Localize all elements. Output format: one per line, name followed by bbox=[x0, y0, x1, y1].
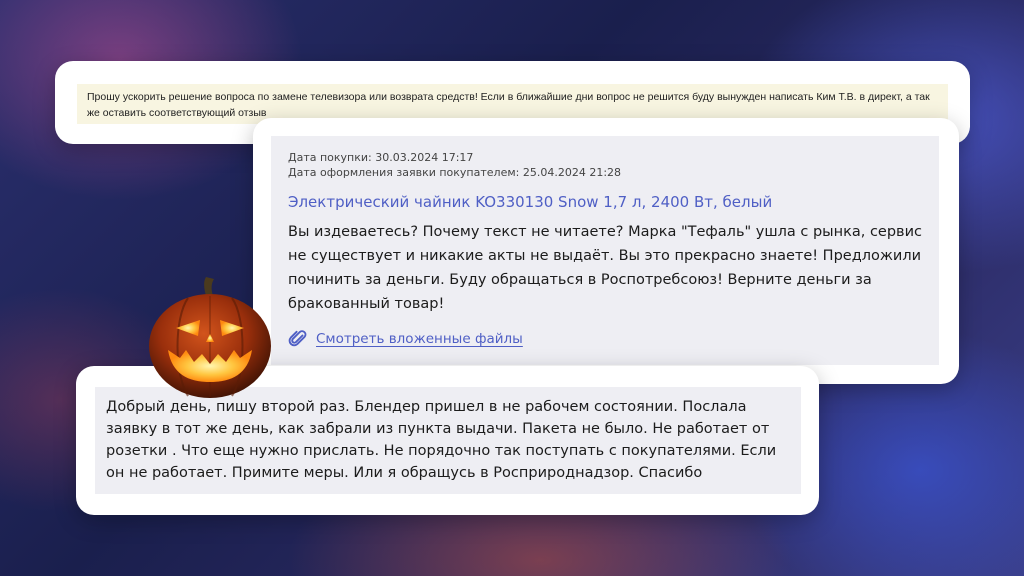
jack-o-lantern-icon bbox=[140, 274, 280, 400]
product-link[interactable]: Электрический чайник KO330130 Snow 1,7 л… bbox=[288, 193, 922, 211]
request-date: Дата оформления заявки покупателем: 25.0… bbox=[288, 166, 622, 179]
attachments-link[interactable]: Смотреть вложенные файлы bbox=[288, 329, 523, 349]
paperclip-icon bbox=[288, 330, 307, 347]
review-message: Вы издеваетесь? Почему текст не читаете?… bbox=[288, 224, 922, 312]
review-content-middle: Дата покупки: 30.03.2024 17:17 Дата офор… bbox=[271, 136, 939, 365]
attachments-link-label[interactable]: Смотреть вложенные файлы bbox=[316, 331, 523, 347]
review-text-bottom: Добрый день, пишу второй раз. Блендер пр… bbox=[95, 387, 801, 494]
purchase-date: Дата покупки: 30.03.2024 17:17 bbox=[288, 151, 474, 164]
review-card-middle: Дата покупки: 30.03.2024 17:17 Дата офор… bbox=[253, 118, 959, 384]
